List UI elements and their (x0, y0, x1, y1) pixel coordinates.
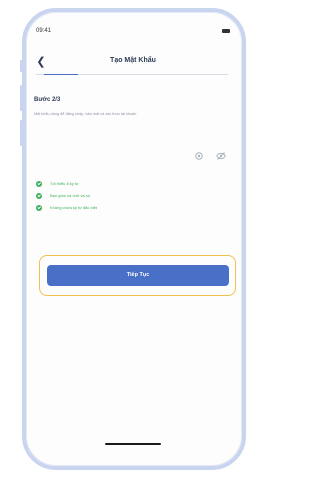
rule-text: Bao gồm cả chữ và số (50, 193, 91, 198)
rule-item: Bao gồm cả chữ và số (36, 192, 156, 204)
password-visibility-toggles (194, 151, 230, 161)
progress-indicator (44, 74, 78, 75)
check-circle-icon (36, 181, 42, 187)
side-button-volume-up (20, 85, 23, 111)
side-button-volume-down (20, 120, 23, 146)
status-time: 09:41 (36, 28, 52, 34)
header: ❮ Tạo Mật Khẩu (26, 53, 240, 77)
rule-text: Tối thiểu 8 ký tự (50, 181, 79, 186)
rule-text: Không chứa ký tự đặc biệt (50, 205, 97, 210)
battery-icon (222, 29, 230, 33)
rule-item: Không chứa ký tự đặc biệt (36, 204, 156, 216)
rule-item: Tối thiểu 8 ký tự (36, 180, 156, 192)
eye-off-icon[interactable] (216, 151, 226, 161)
eye-icon[interactable] (194, 151, 204, 161)
app-screen: 09:41 ❮ Tạo Mật Khẩu Bước 2/3 Mật khẩu d… (26, 12, 240, 466)
check-circle-icon (36, 193, 42, 199)
home-indicator (105, 443, 161, 445)
continue-button[interactable]: Tiếp Tục (47, 265, 229, 286)
step-label: Bước 2/3 (34, 97, 61, 103)
side-button-silent (20, 60, 23, 72)
description-text: Mật khẩu dùng để đăng nhập, bảo mật và x… (34, 112, 137, 116)
page-title: Tạo Mật Khẩu (110, 57, 156, 64)
check-circle-icon (36, 205, 42, 211)
password-rules: Tối thiểu 8 ký tự Bao gồm cả chữ và số K… (36, 180, 156, 216)
